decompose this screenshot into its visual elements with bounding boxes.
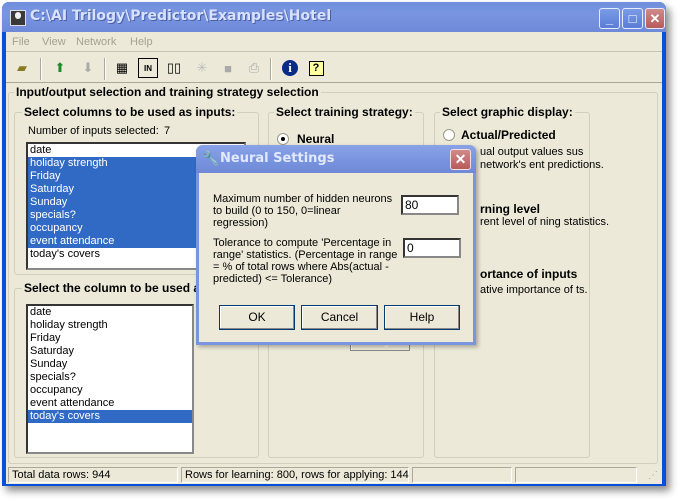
actual-predicted-label: Actual/Predicted (461, 128, 556, 142)
cancel-button[interactable]: Cancel (301, 305, 378, 330)
status-rows-split: Rows for learning: 800, rows for applyin… (181, 467, 409, 483)
importance-label: ortance of inputs (480, 267, 578, 281)
neurons-label: Maximum number of hidden neurons to buil… (213, 193, 393, 229)
help-button[interactable]: Help (384, 305, 460, 330)
ok-button[interactable]: OK (219, 305, 295, 330)
app-icon (10, 10, 26, 26)
neural-label: Neural (297, 132, 335, 146)
toolbar-separator (40, 58, 42, 80)
wrench-icon: 🔧 (202, 150, 220, 166)
neurons-input[interactable]: 80 (401, 195, 459, 215)
status-total-rows: Total data rows: 944 (8, 467, 178, 483)
output-title: Select the column to be used a (22, 281, 203, 295)
actual-predicted-desc: ual output values sus network's ent pred… (480, 146, 604, 171)
tolerance-input[interactable]: 0 (403, 238, 461, 258)
list-item[interactable]: event attendance (28, 397, 192, 410)
dialog-title: Neural Settings (220, 151, 335, 166)
status-bar: Total data rows: 944 Rows for learning: … (6, 466, 662, 484)
list-item[interactable]: Friday (28, 332, 192, 345)
dialog-title-bar[interactable]: 🔧 Neural Settings ✕ (196, 145, 476, 173)
menu-file[interactable]: File (12, 36, 30, 48)
importance-desc: ative importance of ts. (480, 284, 588, 296)
neural-settings-dialog: 🔧 Neural Settings ✕ Maximum number of hi… (196, 145, 476, 345)
output-listbox[interactable]: date holiday strength Friday Saturday Sunday… (26, 304, 194, 454)
list-item[interactable]: date (28, 306, 192, 319)
learning-level-label: rning level (480, 202, 541, 216)
menu-view[interactable]: View (42, 36, 66, 48)
tolerance-label: Tolerance to compute 'Percentage in rang… (213, 237, 398, 285)
toolbar-separator (104, 58, 106, 80)
learning-level-desc: rent level of ning statistics. (480, 216, 610, 228)
inputs-count-value: 7 (164, 125, 171, 137)
toolbar-separator (270, 58, 272, 80)
dialog-close-button[interactable]: ✕ (450, 149, 471, 170)
status-panel-4 (515, 467, 637, 483)
grid-icon[interactable]: ▦ (112, 58, 132, 78)
close-button[interactable]: ✕ (645, 8, 665, 29)
window-title: C:\AI Trilogy\Predictor\Examples\Hotel (30, 8, 332, 24)
list-item[interactable]: occupancy (28, 384, 192, 397)
actual-predicted-radio[interactable] (443, 129, 455, 141)
menu-bar: File View Network Help (6, 32, 662, 52)
strategy-title: Select training strategy: (274, 105, 415, 119)
status-panel-3 (412, 467, 512, 483)
open-folder-icon[interactable]: ▰ (12, 58, 32, 78)
info-icon[interactable]: i (280, 58, 300, 78)
help-icon[interactable]: ? (306, 58, 326, 78)
list-item[interactable]: Saturday (28, 345, 192, 358)
save-icon[interactable]: ■ (218, 58, 238, 78)
network-icon[interactable]: ✳ (192, 58, 212, 78)
title-bar[interactable]: C:\AI Trilogy\Predictor\Examples\Hotel _… (2, 2, 666, 32)
print-icon[interactable]: ⎙ (244, 58, 264, 78)
list-item[interactable]: today's covers (28, 410, 192, 423)
list-item[interactable]: Sunday (28, 358, 192, 371)
book-icon[interactable]: ▯▯ (164, 58, 184, 78)
minimize-button[interactable]: _ (599, 8, 620, 29)
inputs-title: Select columns to be used as inputs: (22, 105, 238, 119)
inputs-count-label: Number of inputs selected: (28, 125, 159, 137)
in-out-icon[interactable]: IN (138, 58, 158, 78)
graphic-title: Select graphic display: (440, 105, 575, 119)
export-icon[interactable]: ⬇ (78, 58, 98, 78)
neural-radio[interactable] (277, 133, 289, 145)
resize-grip-icon[interactable]: ⋰ (648, 470, 658, 481)
menu-help[interactable]: Help (130, 36, 153, 48)
maximize-button[interactable]: □ (622, 8, 643, 29)
io-selection-title: Input/output selection and training stra… (14, 85, 321, 99)
import-icon[interactable]: ⬆ (50, 58, 70, 78)
toolbar: ▰ ⬆ ⬇ ▦ IN ▯▯ ✳ ■ ⎙ i ? (6, 53, 662, 83)
list-item[interactable]: specials? (28, 371, 192, 384)
list-item[interactable]: holiday strength (28, 319, 192, 332)
menu-network[interactable]: Network (76, 36, 116, 48)
